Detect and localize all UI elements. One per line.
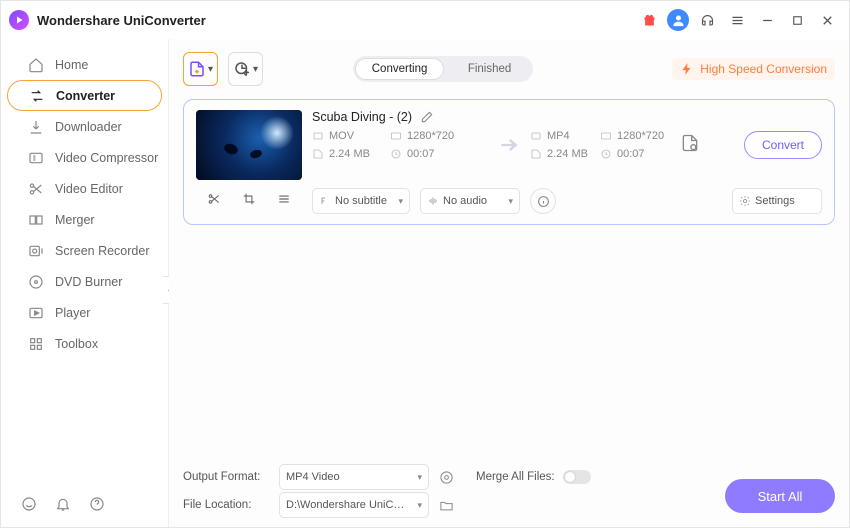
file-location-value: D:\Wondershare UniConverter: [286, 499, 406, 511]
merge-toggle[interactable]: [563, 470, 591, 484]
gift-icon[interactable]: [637, 8, 661, 32]
recorder-icon: [27, 242, 45, 260]
output-preset-button[interactable]: [680, 133, 710, 158]
sidebar-item-label: Video Compressor: [55, 151, 158, 165]
tab-label: Finished: [468, 63, 511, 75]
chevron-down-icon: ▾: [253, 64, 258, 75]
menu-icon[interactable]: [725, 8, 749, 32]
trim-icon[interactable]: [207, 192, 221, 211]
video-thumbnail[interactable]: [196, 110, 302, 180]
help-icon[interactable]: [89, 496, 105, 517]
bell-icon[interactable]: [55, 496, 71, 517]
source-size: 2.24 MB: [312, 148, 390, 160]
crop-icon[interactable]: [242, 192, 256, 211]
sidebar-item-compressor[interactable]: Video Compressor: [7, 142, 162, 173]
subtitle-value: No subtitle: [335, 195, 387, 207]
merge-icon: [27, 211, 45, 229]
file-settings-button[interactable]: Settings: [732, 188, 822, 214]
home-icon: [27, 56, 45, 74]
more-icon[interactable]: [277, 192, 291, 211]
add-url-button[interactable]: ▾: [228, 52, 263, 86]
output-format-value: MP4 Video: [286, 471, 340, 483]
target-resolution: 1280*720: [600, 130, 680, 142]
convert-button[interactable]: Convert: [744, 131, 822, 159]
info-button[interactable]: [530, 188, 556, 214]
download-icon: [27, 118, 45, 136]
audio-value: No audio: [443, 195, 487, 207]
sidebar-item-label: Player: [55, 306, 90, 320]
close-icon[interactable]: [815, 8, 839, 32]
target-duration: 00:07: [600, 148, 680, 160]
minimize-icon[interactable]: [755, 8, 779, 32]
sidebar-item-label: Home: [55, 58, 88, 72]
scissors-icon: [27, 180, 45, 198]
high-speed-toggle[interactable]: High Speed Conversion: [672, 58, 835, 80]
app-logo: [9, 10, 29, 30]
disc-icon: [27, 273, 45, 291]
sidebar-item-toolbox[interactable]: Toolbox: [7, 328, 162, 359]
user-avatar-icon[interactable]: [667, 9, 689, 31]
source-format: MOV: [312, 130, 390, 142]
converter-icon: [28, 87, 46, 105]
output-format-label: Output Format:: [183, 471, 269, 483]
sidebar-item-label: Toolbox: [55, 337, 98, 351]
sidebar-item-label: Video Editor: [55, 182, 123, 196]
subtitle-select[interactable]: No subtitle▾: [312, 188, 410, 214]
sidebar-item-dvd[interactable]: DVD Burner: [7, 266, 162, 297]
tab-label: Converting: [372, 63, 428, 75]
sidebar-item-player[interactable]: Player: [7, 297, 162, 328]
add-file-button[interactable]: ▾: [183, 52, 218, 86]
output-format-select[interactable]: MP4 Video▾: [279, 464, 429, 490]
file-location-label: File Location:: [183, 499, 269, 511]
tab-converting[interactable]: Converting: [355, 58, 444, 80]
app-title: Wondershare UniConverter: [37, 13, 206, 28]
sidebar-item-label: Screen Recorder: [55, 244, 150, 258]
sidebar-item-label: Merger: [55, 213, 95, 227]
audio-icon: [427, 195, 439, 207]
sidebar-item-downloader[interactable]: Downloader: [7, 111, 162, 142]
merge-label: Merge All Files:: [476, 471, 555, 483]
subtitle-icon: [319, 195, 331, 207]
output-settings-icon[interactable]: [439, 470, 454, 485]
settings-label: Settings: [755, 195, 795, 207]
sidebar-item-merger[interactable]: Merger: [7, 204, 162, 235]
sidebar: Home Converter Downloader Video Compress…: [1, 39, 169, 527]
bolt-icon: [680, 62, 694, 76]
target-size: 2.24 MB: [530, 148, 600, 160]
play-icon: [27, 304, 45, 322]
compress-icon: [27, 149, 45, 167]
maximize-icon[interactable]: [785, 8, 809, 32]
source-duration: 00:07: [390, 148, 480, 160]
sidebar-item-label: Converter: [56, 89, 115, 103]
chevron-down-icon: ▾: [208, 64, 213, 75]
titlebar: Wondershare UniConverter: [1, 1, 849, 39]
main-panel: ▾ ▾ Converting Finished High Speed Conve…: [169, 39, 849, 527]
feedback-icon[interactable]: [21, 496, 37, 517]
sidebar-item-editor[interactable]: Video Editor: [7, 173, 162, 204]
tab-finished[interactable]: Finished: [446, 56, 533, 82]
sidebar-item-label: DVD Burner: [55, 275, 122, 289]
start-all-button[interactable]: Start All: [725, 479, 835, 513]
grid-icon: [27, 335, 45, 353]
target-format: MP4: [530, 130, 600, 142]
edit-icon[interactable]: [420, 110, 434, 124]
file-location-select[interactable]: D:\Wondershare UniConverter▾: [279, 492, 429, 518]
high-speed-label: High Speed Conversion: [700, 62, 827, 76]
arrow-right-icon: [490, 132, 530, 158]
file-title: Scuba Diving - (2): [312, 110, 412, 124]
sidebar-item-converter[interactable]: Converter: [7, 80, 162, 111]
open-folder-icon[interactable]: [439, 498, 454, 513]
source-resolution: 1280*720: [390, 130, 480, 142]
status-tabs: Converting Finished: [353, 56, 533, 82]
file-card: Scuba Diving - (2) MOV 1280*720 2.24 MB …: [183, 99, 835, 225]
support-icon[interactable]: [695, 8, 719, 32]
sidebar-item-home[interactable]: Home: [7, 49, 162, 80]
audio-select[interactable]: No audio▾: [420, 188, 520, 214]
sidebar-item-label: Downloader: [55, 120, 122, 134]
sidebar-item-recorder[interactable]: Screen Recorder: [7, 235, 162, 266]
gear-icon: [739, 195, 751, 207]
